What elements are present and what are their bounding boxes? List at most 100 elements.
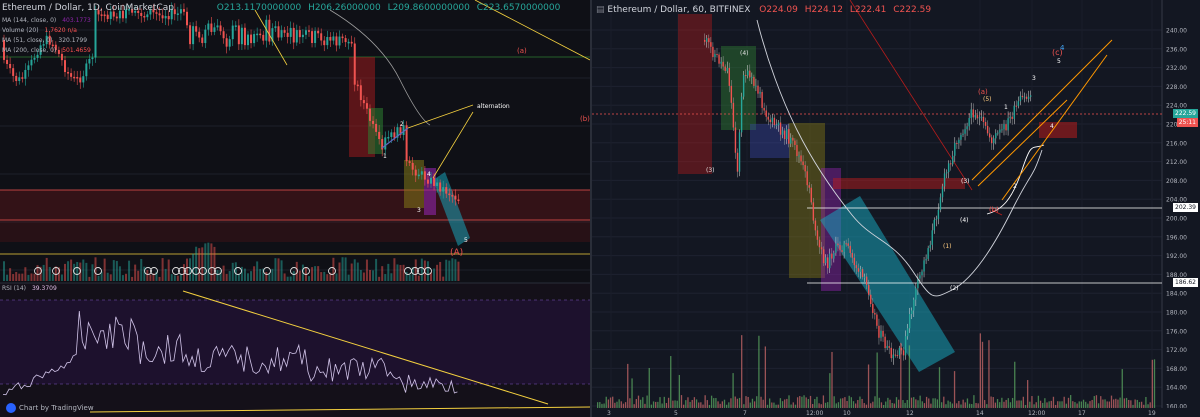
volume-bar <box>21 273 24 281</box>
volume-bar <box>445 259 448 281</box>
candle-body <box>234 25 237 27</box>
indicator-ma51[interactable]: MA (51, close, 0) 320.1799 <box>2 37 87 44</box>
volume-bar <box>457 261 460 281</box>
volume-bar <box>82 259 85 281</box>
candle-body <box>833 252 835 259</box>
volume-bar <box>210 243 213 281</box>
candle-body <box>430 177 432 184</box>
candle-body <box>192 26 195 45</box>
candle-body <box>730 85 733 103</box>
volume-bar <box>128 260 131 281</box>
candle-body <box>751 76 753 78</box>
candle-body <box>935 219 938 221</box>
volume-bar <box>1149 402 1151 408</box>
candle-body <box>896 355 899 357</box>
candle-body <box>767 116 769 120</box>
candle-body <box>775 124 778 126</box>
volume-bar <box>76 261 79 281</box>
volume-bar <box>1001 397 1003 408</box>
candle-body <box>865 276 868 285</box>
volume-bar <box>760 396 762 408</box>
candle-body <box>734 127 737 153</box>
volume-bar <box>999 402 1001 408</box>
volume-bar <box>1085 401 1087 408</box>
volume-bar <box>915 399 917 408</box>
candle-body <box>861 269 864 278</box>
wave-box-blue <box>750 124 790 158</box>
volume-bar <box>794 404 797 408</box>
candle-body <box>237 25 240 45</box>
volume-bar <box>375 258 378 281</box>
candle-body <box>1021 95 1024 98</box>
volume-bar <box>1033 404 1035 408</box>
volume-bar <box>1074 402 1076 408</box>
volume-bar <box>1113 399 1115 408</box>
candle-body <box>913 299 915 311</box>
volume-bar <box>996 399 999 408</box>
candle-body <box>997 132 999 134</box>
indicator-volume[interactable]: Volume (20) 1.7620 n/a <box>2 27 77 34</box>
volume-bar <box>717 401 719 408</box>
volume-bar <box>698 402 700 408</box>
tradingview-watermark[interactable]: Chart by TradingView <box>6 403 94 413</box>
volume-bar <box>454 259 457 281</box>
volume-bar <box>436 264 439 281</box>
candle-body <box>792 137 794 141</box>
indicator-ma200[interactable]: MA (200, close, 0) 501.4659 <box>2 47 91 54</box>
hourly-chart-canvas[interactable]: 240.00236.00232.00228.00224.00220.00216.… <box>592 0 1200 417</box>
volume-bar <box>372 270 375 281</box>
volume-bar <box>1018 400 1020 408</box>
volume-bar <box>198 248 201 281</box>
volume-bar <box>614 402 616 408</box>
candle-body <box>344 38 347 43</box>
volume-bar <box>381 266 384 281</box>
volume-bar <box>758 335 760 408</box>
daily-chart-canvas[interactable]: (a) (b) alternation (A) 2 4 1 3 5 <box>0 0 590 417</box>
candle-body <box>384 137 387 150</box>
volume-bar <box>644 403 646 408</box>
menu-icon[interactable]: ▤ <box>596 5 605 15</box>
volume-bar <box>921 401 923 408</box>
candle-body <box>219 25 222 32</box>
volume-bar <box>846 400 848 408</box>
price-axis-label: 168.00 <box>1166 366 1187 373</box>
candle-body <box>798 155 800 157</box>
candle-body <box>423 171 426 180</box>
candle-body <box>298 30 301 38</box>
candle-body <box>417 174 420 177</box>
volume-bar <box>895 397 898 408</box>
volume-bar <box>414 259 417 281</box>
hourly-chart-pane[interactable]: 240.00236.00232.00228.00224.00220.00216.… <box>592 0 1200 417</box>
daily-chart-pane[interactable]: (a) (b) alternation (A) 2 4 1 3 5 Ethereum / Dol… <box>0 0 592 417</box>
volume-bar <box>661 403 663 408</box>
wave-label-a: (a) <box>978 88 988 96</box>
candle-body <box>747 70 749 76</box>
candle-body <box>757 85 759 94</box>
price-axis-label: 200.00 <box>1166 216 1187 223</box>
candle-body <box>966 126 968 130</box>
volume-bar <box>1061 401 1063 408</box>
candle-body <box>222 31 225 39</box>
volume-bar <box>1027 380 1029 408</box>
candle-body <box>268 19 271 42</box>
volume-bar <box>900 342 902 408</box>
candle-body <box>786 129 788 140</box>
volume-bar <box>1020 400 1022 408</box>
candle-body <box>872 304 874 313</box>
rsi-label[interactable]: RSI (14) 39.3709 <box>2 285 57 292</box>
daily-chart-header: Ethereum / Dollar, 1D, CoinMarketCap O21… <box>2 3 560 13</box>
candle-body <box>308 30 310 32</box>
indicator-ma144[interactable]: MA (144, close, 0) 403.1773 <box>2 17 91 24</box>
volume-bar <box>747 396 749 408</box>
volume-bar <box>289 276 292 281</box>
candle-body <box>980 116 983 118</box>
level-badge-202: 202.39 <box>1173 203 1198 212</box>
volume-bar <box>277 258 280 281</box>
volume-bar <box>640 399 642 408</box>
candle-body <box>937 209 940 220</box>
candle-body <box>451 195 454 197</box>
volume-bar <box>314 266 317 281</box>
candle-body <box>189 25 192 45</box>
volume-bar <box>369 269 371 281</box>
volume-bar <box>1153 359 1156 408</box>
